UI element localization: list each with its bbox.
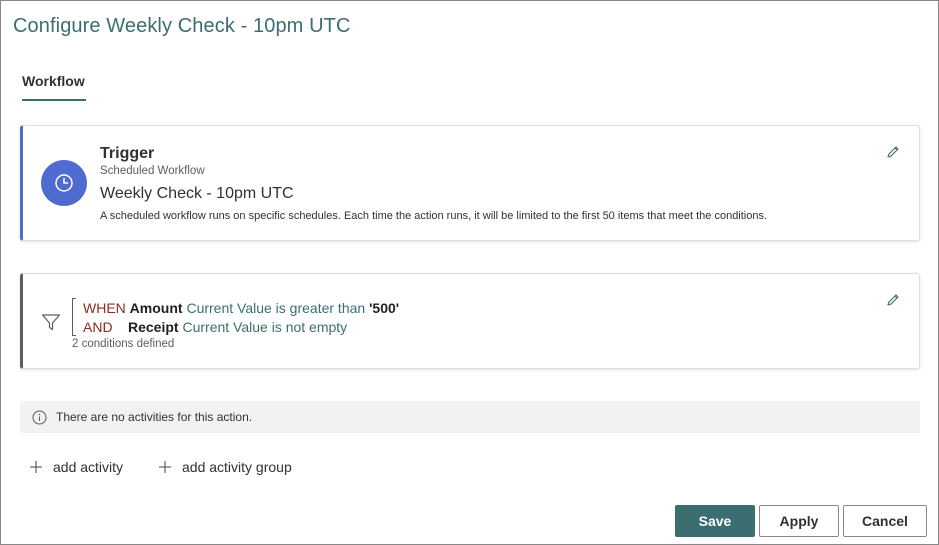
add-activity-link[interactable]: add activity xyxy=(29,459,123,475)
condition-field: Amount xyxy=(129,300,183,316)
clock-icon xyxy=(55,174,73,192)
no-activities-banner: There are no activities for this action. xyxy=(20,401,920,433)
condition-keyword: WHEN xyxy=(83,300,126,316)
plus-icon xyxy=(159,461,171,473)
cancel-button[interactable]: Cancel xyxy=(843,505,927,537)
no-activities-message: There are no activities for this action. xyxy=(56,410,253,424)
page-title: Configure Weekly Check - 10pm UTC xyxy=(13,15,351,37)
condition-keyword: AND xyxy=(83,319,113,335)
condition-summary: 2 conditions defined xyxy=(72,338,175,350)
trigger-card: Trigger Scheduled Workflow Weekly Check … xyxy=(20,125,920,241)
apply-button[interactable]: Apply xyxy=(759,505,839,537)
tab-workflow[interactable]: Workflow xyxy=(22,73,86,101)
add-activity-group-link[interactable]: add activity group xyxy=(158,459,292,475)
condition-value: '500' xyxy=(369,300,400,316)
filter-icon xyxy=(41,314,61,331)
trigger-description: A scheduled workflow runs on specific sc… xyxy=(100,210,768,222)
info-icon xyxy=(32,410,47,424)
condition-operator: Current Value is not empty xyxy=(182,319,348,335)
trigger-heading: Trigger xyxy=(100,145,155,162)
save-button[interactable]: Save xyxy=(675,505,755,537)
condition-row: WHEN Amount Current Value is greater tha… xyxy=(83,300,399,316)
trigger-icon-badge xyxy=(41,160,87,206)
trigger-type: Scheduled Workflow xyxy=(100,165,205,177)
condition-row: AND Receipt Current Value is not empty xyxy=(83,319,347,335)
trigger-name: Weekly Check - 10pm UTC xyxy=(100,185,294,202)
condition-bracket xyxy=(72,298,76,336)
condition-field: Receipt xyxy=(128,319,179,335)
add-activity-group-label: add activity group xyxy=(182,459,292,475)
condition-card: WHEN Amount Current Value is greater tha… xyxy=(20,273,920,369)
condition-operator: Current Value is greater than xyxy=(186,300,366,316)
edit-trigger-pencil-icon[interactable] xyxy=(885,144,901,160)
edit-condition-pencil-icon[interactable] xyxy=(885,292,901,308)
dialog-frame: Configure Weekly Check - 10pm UTC Workfl… xyxy=(0,0,939,545)
add-activity-label: add activity xyxy=(53,459,124,475)
plus-icon xyxy=(30,461,42,473)
